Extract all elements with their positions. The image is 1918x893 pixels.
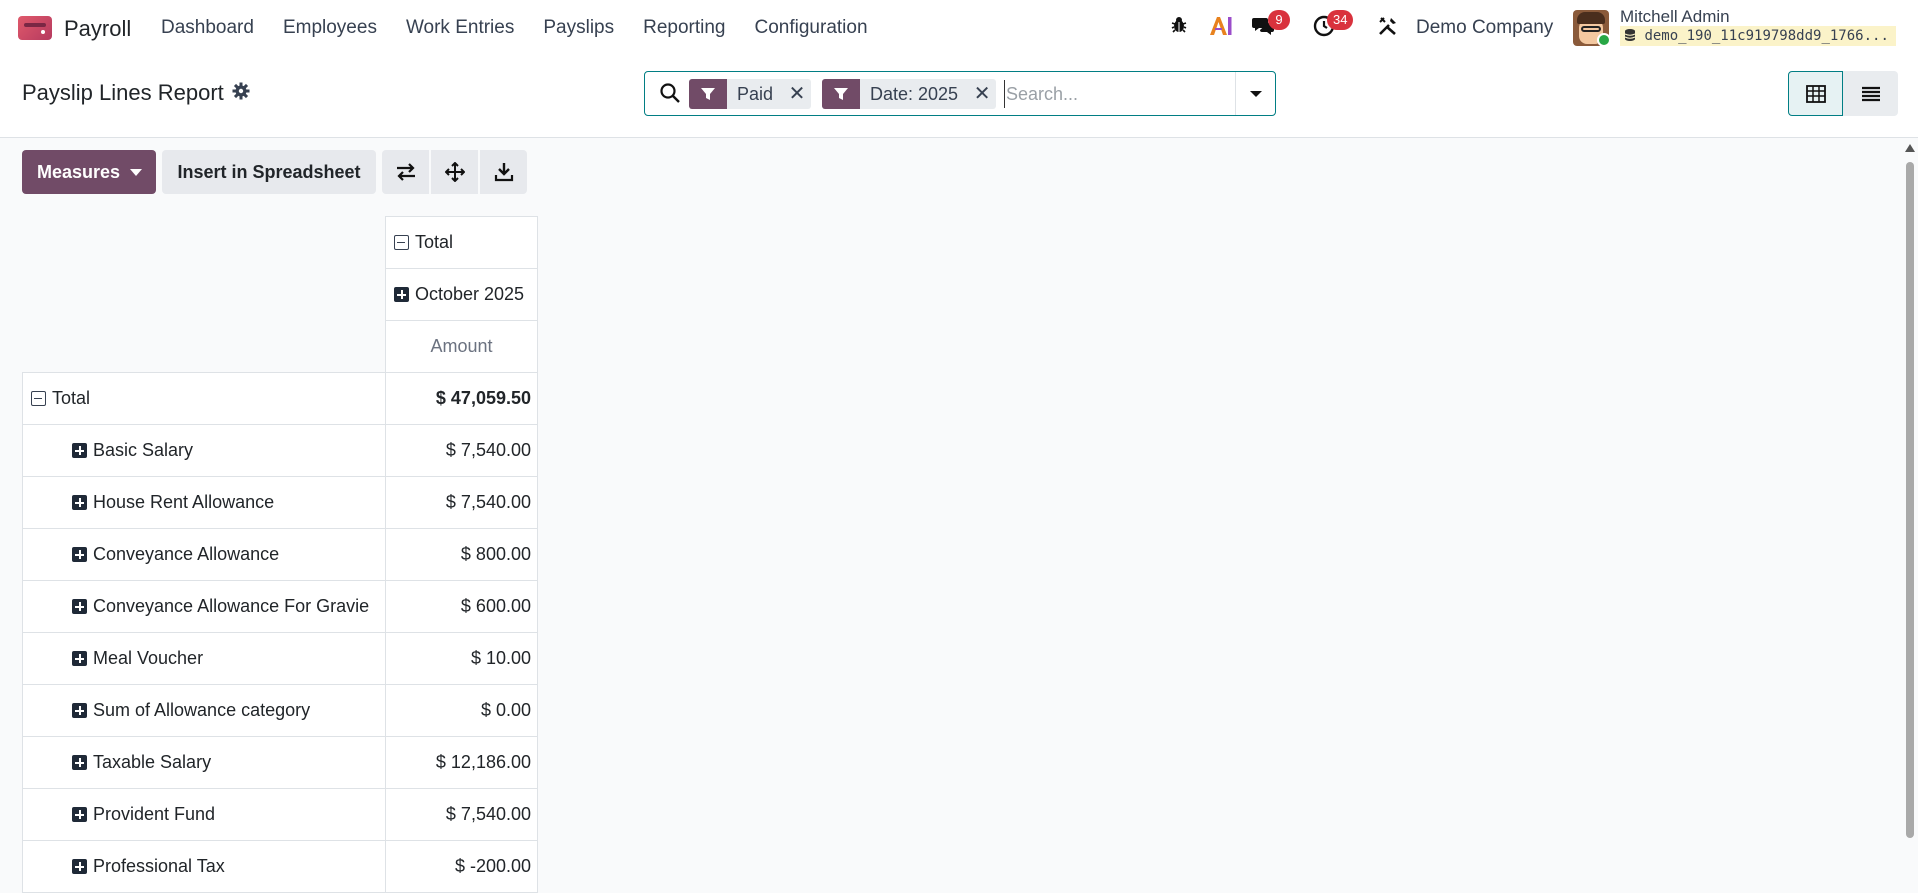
row-header-total[interactable]: Total xyxy=(22,372,386,425)
expand-icon[interactable] xyxy=(72,599,87,614)
flip-axis-icon xyxy=(396,163,415,181)
column-header-total[interactable]: Total xyxy=(385,216,538,269)
amount-cell[interactable]: $ 7,540.00 xyxy=(385,476,538,529)
gear-icon[interactable] xyxy=(232,82,250,105)
activity-count-badge: 34 xyxy=(1327,10,1354,30)
expand-icon[interactable] xyxy=(72,703,87,718)
search-input[interactable] xyxy=(1004,80,1234,108)
table-row[interactable]: Meal Voucher xyxy=(22,632,386,685)
pivot-view-button[interactable] xyxy=(1788,71,1843,116)
menu-payslips[interactable]: Payslips xyxy=(543,17,614,39)
filter-icon xyxy=(822,79,860,109)
table-row[interactable]: Professional Tax xyxy=(22,840,386,893)
table-row[interactable]: Conveyance Allowance xyxy=(22,528,386,581)
amount-cell[interactable]: $ 800.00 xyxy=(385,528,538,581)
amount-cell[interactable]: $ 10.00 xyxy=(385,632,538,685)
collapse-icon[interactable] xyxy=(31,391,46,406)
download-icon xyxy=(494,163,513,182)
expand-icon[interactable] xyxy=(72,755,87,770)
list-icon xyxy=(1861,86,1880,101)
main-menu: Dashboard Employees Work Entries Payslip… xyxy=(161,17,897,39)
flip-axis-button[interactable] xyxy=(382,150,429,194)
table-row[interactable]: Provident Fund xyxy=(22,788,386,841)
page-title: Payslip Lines Report xyxy=(22,80,224,105)
table-row[interactable]: Conveyance Allowance For Gravie xyxy=(22,580,386,633)
list-view-button[interactable] xyxy=(1843,71,1898,116)
menu-configuration[interactable]: Configuration xyxy=(755,17,868,39)
table-row[interactable]: Taxable Salary xyxy=(22,736,386,789)
column-header-period[interactable]: October 2025 xyxy=(385,268,538,321)
table-row[interactable]: Basic Salary xyxy=(22,424,386,477)
table-row[interactable]: House Rent Allowance xyxy=(22,476,386,529)
close-icon[interactable]: ✕ xyxy=(968,79,996,109)
filter-facet-paid: Paid ✕ xyxy=(689,79,812,109)
caret-down-icon xyxy=(1249,90,1262,97)
facet-label: Paid xyxy=(737,84,774,104)
search-options-toggle[interactable] xyxy=(1235,72,1275,115)
control-panel: Payslip Lines Report Paid ✕ Date: 2025 ✕ xyxy=(0,56,1918,138)
expand-icon[interactable] xyxy=(394,287,409,302)
expand-icon[interactable] xyxy=(72,495,87,510)
view-switcher xyxy=(1788,71,1898,116)
amount-cell[interactable]: $ 12,186.00 xyxy=(385,736,538,789)
company-switcher[interactable]: Demo Company xyxy=(1416,17,1553,39)
measure-header-amount[interactable]: Amount xyxy=(385,320,538,373)
chat-count-badge: 9 xyxy=(1268,10,1290,30)
total-amount-cell[interactable]: $ 47,059.50 xyxy=(385,372,538,425)
table-row[interactable]: Sum of Allowance category xyxy=(22,684,386,737)
menu-work-entries[interactable]: Work Entries xyxy=(406,17,514,39)
amount-cell[interactable]: $ 0.00 xyxy=(385,684,538,737)
close-icon[interactable]: ✕ xyxy=(783,79,811,109)
pivot-table-icon xyxy=(1805,84,1826,103)
filter-icon xyxy=(689,79,727,109)
database-icon xyxy=(1624,29,1636,41)
top-navbar: Payroll Dashboard Employees Work Entries… xyxy=(0,0,1918,56)
amount-cell[interactable]: $ -200.00 xyxy=(385,840,538,893)
expand-icon[interactable] xyxy=(72,807,87,822)
measures-label: Measures xyxy=(37,162,121,182)
menu-reporting[interactable]: Reporting xyxy=(643,17,725,39)
amount-cell[interactable]: $ 600.00 xyxy=(385,580,538,633)
expand-arrows-icon xyxy=(444,162,465,182)
amount-cell[interactable]: $ 7,540.00 xyxy=(385,424,538,477)
debug-bug-icon[interactable] xyxy=(1167,15,1191,39)
scroll-up-icon[interactable] xyxy=(1905,144,1915,152)
payroll-app-icon[interactable] xyxy=(18,16,52,40)
database-name-text: demo_190_11c919798dd9_1766... xyxy=(1644,28,1889,44)
search-icon[interactable] xyxy=(659,82,681,104)
online-status-icon xyxy=(1597,33,1611,47)
download-button[interactable] xyxy=(480,150,527,194)
vertical-scrollbar[interactable] xyxy=(1906,162,1914,838)
expand-icon[interactable] xyxy=(72,651,87,666)
app-name[interactable]: Payroll xyxy=(64,16,131,42)
expand-icon[interactable] xyxy=(72,859,87,874)
database-name: demo_190_11c919798dd9_1766... xyxy=(1620,26,1896,46)
user-name[interactable]: Mitchell Admin xyxy=(1620,7,1730,27)
settings-tools-icon[interactable] xyxy=(1376,15,1400,39)
measures-button[interactable]: Measures xyxy=(22,150,156,194)
expand-all-button[interactable] xyxy=(431,150,478,194)
menu-dashboard[interactable]: Dashboard xyxy=(161,17,254,39)
amount-cell[interactable]: $ 7,540.00 xyxy=(385,788,538,841)
expand-icon[interactable] xyxy=(72,443,87,458)
caret-down-icon xyxy=(130,169,142,176)
filter-facet-date: Date: 2025 ✕ xyxy=(822,79,997,109)
menu-employees[interactable]: Employees xyxy=(283,17,377,39)
insert-in-spreadsheet-button[interactable]: Insert in Spreadsheet xyxy=(162,150,376,194)
facet-label: Date: 2025 xyxy=(870,84,959,104)
collapse-icon[interactable] xyxy=(394,235,409,250)
search-bar: Paid ✕ Date: 2025 ✕ xyxy=(644,71,1276,116)
expand-icon[interactable] xyxy=(72,547,87,562)
ai-icon[interactable] xyxy=(1208,15,1234,39)
